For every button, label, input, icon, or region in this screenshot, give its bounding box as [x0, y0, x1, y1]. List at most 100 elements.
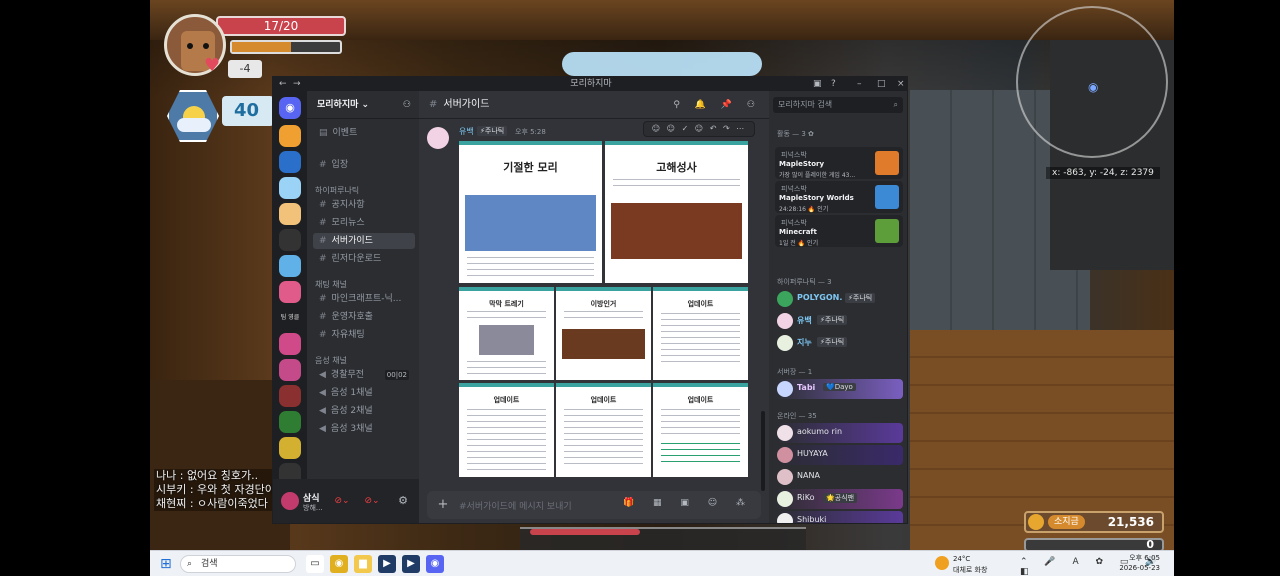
- channel-title: 서버가이드: [443, 99, 490, 110]
- member-row[interactable]: aokumo rin: [775, 423, 903, 443]
- clock[interactable]: 오후 6:05 2026-05-23: [1116, 553, 1160, 573]
- message-input[interactable]: + #서버가이드에 메시지 보내기 🎁 ▦ ▣ ☺ ⁂: [427, 491, 761, 519]
- activity-card[interactable]: 피넉스박 MapleStory Worlds 24:28:16 🔥 인기: [775, 181, 903, 213]
- voice-channel-1[interactable]: ◀ 음성 1채널: [313, 385, 415, 401]
- help-icon[interactable]: ?: [831, 77, 836, 91]
- category-header[interactable]: 채팅 채널: [315, 279, 347, 290]
- message-author[interactable]: 유백: [459, 126, 474, 137]
- coin-icon: [1028, 514, 1044, 530]
- task-view-icon[interactable]: ▭: [306, 555, 324, 573]
- user-status: 방해...: [303, 504, 323, 512]
- hash-icon: #: [319, 330, 327, 340]
- sun-icon: [935, 556, 949, 570]
- chrome-icon[interactable]: ◉: [330, 555, 348, 573]
- activity-header: 활동 — 3 ✿: [777, 130, 814, 138]
- guide-card[interactable]: 업데이트: [653, 287, 748, 380]
- channel-admin-call[interactable]: # 운영자호출: [313, 309, 415, 325]
- category-header[interactable]: 음성 채널: [315, 355, 347, 366]
- scrollbar[interactable]: [761, 411, 765, 491]
- app-icon[interactable]: ▶: [402, 555, 420, 573]
- activity-card[interactable]: 피넉스박 Minecraft 1일 전 🔥 인기: [775, 215, 903, 247]
- game-icon: [875, 151, 899, 175]
- chat-line: 채현찌 : ㅇ사람이죽었다: [154, 497, 278, 511]
- coordinates-readout: x: -863, y: -24, z: 2379: [1046, 167, 1160, 179]
- member-row[interactable]: Shibuki: [775, 511, 903, 523]
- member-row[interactable]: HUYAYA: [775, 445, 903, 465]
- voice-channel-3[interactable]: ◀ 음성 3채널: [313, 421, 415, 437]
- member-row[interactable]: NANA: [775, 467, 903, 487]
- add-attachment-icon[interactable]: +: [435, 497, 451, 513]
- speaker-icon: ◀: [319, 406, 326, 416]
- member-row[interactable]: POLYGON. ⚡주나틱: [775, 289, 903, 309]
- app-icon[interactable]: ▶: [378, 555, 396, 573]
- windows-start-icon[interactable]: ⊞: [160, 556, 176, 572]
- add-member-icon[interactable]: ⚇: [403, 91, 411, 119]
- member-row[interactable]: Tabi 💙Dayo: [775, 379, 903, 399]
- server-icon[interactable]: [279, 281, 301, 303]
- author-tag: ⚡주나틱: [477, 126, 508, 136]
- channel-launcher[interactable]: # 린저다운로드: [313, 251, 415, 267]
- mute-mic-icon[interactable]: ⊘⌄: [331, 493, 353, 509]
- inbox-icon[interactable]: ▣: [813, 77, 822, 91]
- guide-card[interactable]: 막막 트레기: [459, 287, 554, 380]
- channel-events[interactable]: ▤ 이벤트: [313, 125, 415, 141]
- server-icon[interactable]: [279, 411, 301, 433]
- member-row[interactable]: RiKo 🌟공식팬: [775, 489, 903, 509]
- server-icon[interactable]: [279, 385, 301, 407]
- message-time: 오후 5:28: [515, 128, 546, 136]
- taskbar: ⊞ ⌕ 검색 ▭ ◉ ▆ ▶ ▶ ◉ 24°C 대체로 화창 ⌃ 🎤 A ✿ ▭…: [150, 550, 1174, 576]
- voice-channel-2[interactable]: ◀ 음성 2채널: [313, 403, 415, 419]
- category-header[interactable]: 하이퍼루나틱: [315, 185, 359, 196]
- maximize-icon[interactable]: □: [877, 77, 886, 91]
- server-icon[interactable]: [279, 229, 301, 251]
- server-header[interactable]: 모리하지마 ⌄ ⚇: [307, 91, 419, 119]
- channel-free-chat[interactable]: # 자유채팅: [313, 327, 415, 343]
- server-icon[interactable]: [279, 151, 301, 173]
- activity-card[interactable]: 피넉스박 MapleStory 가장 많이 플레이한 게임 43...: [775, 147, 903, 179]
- group-header: 서버장 — 1: [777, 368, 813, 376]
- guide-card[interactable]: 업데이트: [653, 383, 748, 477]
- guide-card[interactable]: 이방인거: [556, 287, 651, 380]
- channel-entry[interactable]: # 입장: [313, 157, 415, 173]
- hash-icon: #: [319, 254, 327, 264]
- channel-server-guide[interactable]: # 서버가이드: [313, 233, 415, 249]
- member-row[interactable]: 지누 ⚡주나틱: [775, 333, 903, 353]
- channel-notice[interactable]: # 공지사항: [313, 197, 415, 213]
- server-icon[interactable]: [279, 203, 301, 225]
- hash-icon: #: [319, 160, 327, 170]
- server-icon[interactable]: 팀 영클렌: [279, 307, 301, 343]
- speaker-icon: ◀: [319, 370, 326, 380]
- close-icon[interactable]: ×: [897, 77, 905, 91]
- taskbar-search[interactable]: ⌕ 검색: [180, 555, 296, 573]
- guide-card[interactable]: 기절한 모리: [459, 141, 602, 283]
- server-icon[interactable]: [279, 177, 301, 199]
- input-placeholder: #서버가이드에 메시지 보내기: [459, 502, 572, 512]
- channel-minecraft-nick[interactable]: # 마인크래프트-닉...: [313, 291, 415, 307]
- avatar[interactable]: [281, 492, 299, 510]
- channel-news[interactable]: # 모리뉴스: [313, 215, 415, 231]
- guide-card[interactable]: 업데이트: [556, 383, 651, 477]
- voice-channel-police[interactable]: ◀ 경찰무전 00|02: [313, 367, 415, 383]
- header-tools[interactable]: ⚲ 🔔 📌 ⚇: [673, 91, 761, 119]
- guide-card[interactable]: 고해성사: [605, 141, 748, 283]
- server-icon[interactable]: [279, 333, 301, 355]
- file-explorer-icon[interactable]: ▆: [354, 555, 372, 573]
- input-tools[interactable]: 🎁 ▦ ▣ ☺ ⁂: [623, 498, 753, 508]
- gear-icon[interactable]: ⚙: [395, 493, 411, 509]
- minimize-icon[interactable]: –: [857, 77, 862, 91]
- chat-line: 나나 : 없어요 칭호가..: [154, 469, 278, 483]
- deafen-icon[interactable]: ⊘⌄: [361, 493, 383, 509]
- guide-card[interactable]: 업데이트: [459, 383, 554, 477]
- server-icon[interactable]: [279, 255, 301, 277]
- discord-taskbar-icon[interactable]: ◉: [426, 555, 444, 573]
- weather-widget[interactable]: 24°C 대체로 화창: [935, 554, 995, 574]
- member-row[interactable]: 유백 ⚡주나틱: [775, 311, 903, 331]
- server-icon[interactable]: [279, 125, 301, 147]
- search-input[interactable]: 모리하지마 검색 ⌕: [773, 97, 903, 113]
- discord-home-icon[interactable]: ◉: [279, 97, 301, 119]
- message-actions[interactable]: ☺ ☺ ✓ ☺ ↶ ↷ ⋯: [643, 121, 755, 137]
- hash-icon: #: [429, 99, 438, 110]
- server-icon[interactable]: [279, 437, 301, 459]
- server-icon[interactable]: [279, 359, 301, 381]
- avatar[interactable]: [427, 127, 449, 149]
